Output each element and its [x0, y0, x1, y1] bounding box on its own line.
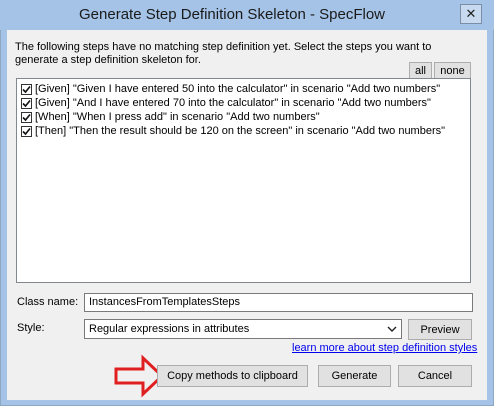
- title-bar[interactable]: Generate Step Definition Skeleton - Spec…: [0, 0, 494, 30]
- checkmark-icon: [22, 85, 31, 93]
- class-name-label: Class name:: [17, 296, 79, 308]
- close-button[interactable]: ✕: [460, 4, 482, 24]
- step-checkbox[interactable]: [21, 83, 32, 95]
- step-checkbox[interactable]: [21, 111, 32, 123]
- cancel-button[interactable]: Cancel: [398, 365, 472, 387]
- step-checkbox[interactable]: [21, 125, 32, 137]
- list-item[interactable]: [Then] "Then the result should be 120 on…: [21, 124, 445, 138]
- style-dropdown[interactable]: Regular expressions in attributes: [84, 319, 402, 339]
- steps-list[interactable]: [Given] "Given I have entered 50 into th…: [16, 78, 471, 283]
- step-label: [Given] "And I have entered 70 into the …: [35, 97, 431, 109]
- checkmark-icon: [22, 99, 31, 107]
- instructions-text: The following steps have no matching ste…: [15, 41, 432, 66]
- select-all-button[interactable]: all: [409, 62, 432, 79]
- step-label: [Then] "Then the result should be 120 on…: [35, 125, 446, 137]
- step-label: [Given] "Given I have entered 50 into th…: [35, 83, 441, 95]
- style-selected-value: Regular expressions in attributes: [89, 323, 250, 335]
- copy-methods-button[interactable]: Copy methods to clipboard: [157, 365, 308, 387]
- chevron-down-icon: [387, 326, 397, 332]
- step-checkbox[interactable]: [21, 97, 32, 109]
- class-name-input[interactable]: InstancesFromTemplatesSteps: [84, 293, 473, 312]
- list-item[interactable]: [When] "When I press add" in scenario "A…: [21, 110, 320, 124]
- close-icon: ✕: [465, 6, 477, 21]
- window-title: Generate Step Definition Skeleton - Spec…: [79, 6, 385, 23]
- step-label: [When] "When I press add" in scenario "A…: [35, 111, 320, 123]
- preview-button[interactable]: Preview: [408, 319, 472, 340]
- list-item[interactable]: [Given] "And I have entered 70 into the …: [21, 96, 431, 110]
- list-item[interactable]: [Given] "Given I have entered 50 into th…: [21, 82, 440, 96]
- style-label: Style:: [17, 322, 45, 334]
- select-none-button[interactable]: none: [434, 62, 471, 79]
- learn-more-link[interactable]: learn more about step definition styles: [292, 342, 477, 354]
- checkmark-icon: [22, 127, 31, 135]
- checkmark-icon: [22, 113, 31, 121]
- generate-button[interactable]: Generate: [318, 365, 391, 387]
